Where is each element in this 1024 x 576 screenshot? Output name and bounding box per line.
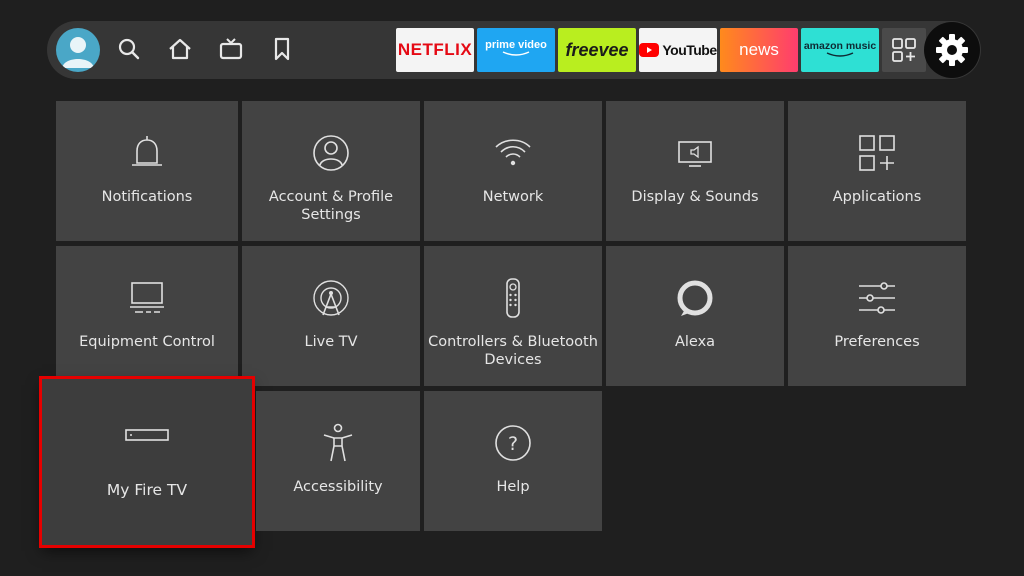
tile-label: Live TV — [304, 334, 358, 350]
settings-tile-my-fire-tv[interactable]: My Fire TV — [39, 376, 255, 548]
live-tv-icon[interactable] — [218, 36, 244, 62]
accessibility-icon — [323, 423, 353, 462]
help-question-icon: ? — [495, 425, 531, 461]
tile-label: Preferences — [834, 334, 920, 350]
youtube-app-tile[interactable]: YouTube — [639, 28, 717, 72]
settings-tile-controllers-bluetooth[interactable]: Controllers & Bluetooth Devices — [424, 246, 602, 386]
tile-label: My Fire TV — [106, 481, 188, 499]
svg-text:?: ? — [508, 433, 518, 455]
watchlist-bookmark-icon[interactable] — [269, 36, 295, 62]
settings-tile-preferences[interactable]: Preferences — [788, 246, 966, 386]
settings-tile-applications[interactable]: Applications — [788, 101, 966, 241]
user-avatar-icon — [62, 37, 94, 68]
person-icon — [313, 135, 349, 171]
prime-smile-icon — [502, 51, 530, 56]
netflix-app-tile[interactable]: NETFLIX — [396, 28, 474, 72]
tile-label: Applications — [832, 189, 922, 205]
tv-speaker-icon — [678, 141, 712, 167]
remote-icon — [506, 278, 520, 318]
monitor-icon — [130, 282, 164, 313]
profile-avatar[interactable] — [56, 28, 100, 72]
tile-label: Alexa — [674, 334, 716, 350]
tile-label: Accessibility — [293, 479, 383, 495]
tile-label: Notifications — [101, 189, 193, 205]
prime-video-app-tile[interactable]: prime video — [477, 28, 555, 72]
apps-grid-icon — [859, 135, 895, 171]
sliders-icon — [859, 282, 895, 314]
app-grid-add-icon — [892, 38, 916, 62]
app-library-button[interactable] — [882, 28, 926, 72]
settings-tile-alexa[interactable]: Alexa — [606, 246, 784, 386]
amazon-smile-icon — [826, 51, 854, 57]
settings-tile-network[interactable]: Network — [424, 101, 602, 241]
settings-tile-notifications[interactable]: Notifications — [56, 101, 238, 241]
tile-label: Account & Profile Settings — [268, 189, 394, 223]
gear-icon — [936, 34, 968, 66]
fire-tv-settings-screen: NETFLIX prime video freevee YouTube news… — [2, 2, 1022, 574]
antenna-icon — [313, 280, 349, 316]
fire-tv-device-icon — [125, 429, 169, 441]
tile-label: Equipment Control — [79, 334, 215, 350]
settings-tile-account-profile[interactable]: Account & Profile Settings — [242, 101, 420, 241]
settings-tile-live-tv[interactable]: Live TV — [242, 246, 420, 386]
settings-gear-button[interactable] — [924, 22, 980, 78]
youtube-play-icon — [639, 43, 660, 57]
alexa-ring-icon — [677, 280, 713, 316]
settings-tile-equipment-control[interactable]: Equipment Control — [56, 246, 238, 386]
search-icon[interactable] — [116, 36, 142, 62]
settings-tile-help[interactable]: ? Help — [424, 391, 602, 531]
freevee-app-tile[interactable]: freevee — [558, 28, 636, 72]
tile-label: Help — [496, 479, 530, 495]
settings-tile-accessibility[interactable]: Accessibility — [256, 391, 420, 531]
wifi-icon — [495, 139, 531, 166]
tile-label: Display & Sounds — [631, 189, 759, 205]
bell-icon — [132, 136, 162, 166]
amazon-music-app-tile[interactable]: amazon music — [801, 28, 879, 72]
settings-tile-display-sounds[interactable]: Display & Sounds — [606, 101, 784, 241]
news-app-tile[interactable]: news — [720, 28, 798, 72]
tile-label: Controllers & Bluetooth Devices — [428, 334, 598, 368]
home-icon[interactable] — [167, 36, 193, 62]
tile-label: Network — [482, 189, 544, 205]
